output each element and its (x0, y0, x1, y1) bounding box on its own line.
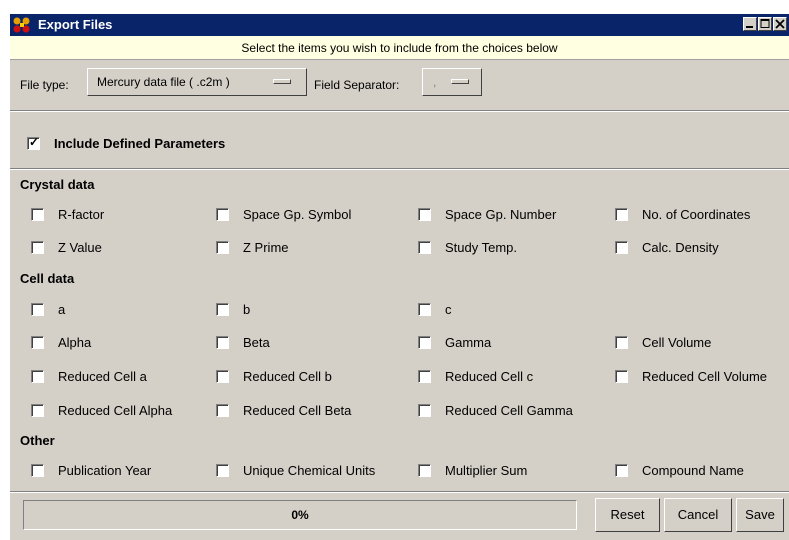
maximize-button[interactable] (758, 17, 772, 31)
checkbox-box[interactable] (418, 464, 431, 477)
progress-bar: 0% (23, 500, 577, 530)
minimize-button[interactable] (743, 17, 757, 31)
checkbox-box[interactable] (31, 404, 44, 417)
checkbox-label: Gamma (445, 335, 492, 350)
save-button[interactable]: Save (736, 498, 784, 532)
checkbox-box[interactable] (216, 370, 229, 383)
checkbox-label: a (58, 302, 66, 317)
checkbox-label: Reduced Cell a (58, 369, 147, 384)
section-crystal-data: Crystal data (20, 177, 95, 192)
checkbox-box[interactable] (615, 464, 628, 477)
checkbox-box[interactable] (216, 464, 229, 477)
file-type-dropdown[interactable]: Mercury data file ( .c2m ) (87, 68, 307, 96)
reset-button[interactable]: Reset (595, 498, 660, 532)
checkbox-label: No. of Coordinates (642, 207, 751, 222)
instructions-text: Select the items you wish to include fro… (10, 36, 789, 60)
close-icon (775, 19, 785, 29)
checkbox-label: Beta (243, 335, 270, 350)
app-icon (13, 17, 30, 33)
checkbox-box[interactable] (216, 303, 229, 316)
checkbox-box[interactable] (31, 241, 44, 254)
checkbox-box[interactable] (418, 336, 431, 349)
checkbox-box[interactable] (216, 336, 229, 349)
include-defined-label: Include Defined Parameters (54, 136, 226, 151)
checkbox-box[interactable] (615, 241, 628, 254)
divider (10, 168, 789, 170)
checkbox-box[interactable] (31, 370, 44, 383)
minimize-icon (746, 26, 753, 28)
checkbox-box[interactable] (418, 370, 431, 383)
checkbox-label: Calc. Density (642, 240, 719, 255)
checkbox-label: Reduced Cell Beta (243, 403, 352, 418)
checkbox-box[interactable] (31, 303, 44, 316)
divider (10, 491, 789, 493)
checkbox-box[interactable]: ✓ (27, 135, 40, 150)
checkbox-label: Study Temp. (445, 240, 518, 255)
window-title: Export Files (38, 17, 113, 32)
field-separator-value: , (433, 75, 437, 89)
checkbox-box[interactable] (418, 303, 431, 316)
file-type-label: File type: (20, 78, 69, 92)
checkbox-label: Cell Volume (642, 335, 712, 350)
checkbox-box[interactable] (31, 464, 44, 477)
checkbox-label: Space Gp. Number (445, 207, 557, 222)
close-button[interactable] (773, 17, 787, 31)
checkbox-box[interactable] (615, 336, 628, 349)
field-separator-label: Field Separator: (314, 78, 400, 92)
checkbox-box[interactable] (418, 208, 431, 221)
checkbox-label: Reduced Cell b (243, 369, 332, 384)
checkbox-box[interactable] (31, 208, 44, 221)
checkbox-label: Reduced Cell c (445, 369, 534, 384)
progress-text: 0% (291, 508, 309, 522)
maximize-icon (760, 19, 770, 28)
checkbox-label: Z Value (58, 240, 102, 255)
checkbox-box[interactable] (216, 404, 229, 417)
checkbox-label: Unique Chemical Units (243, 463, 376, 478)
checkbox-label: Compound Name (642, 463, 744, 478)
checkbox-label: Alpha (58, 335, 92, 350)
checkbox-label: c (445, 302, 452, 317)
checkbox-box[interactable] (31, 336, 44, 349)
dropdown-handle-icon (273, 79, 291, 84)
checkbox-label: Publication Year (58, 463, 152, 478)
checkbox-box[interactable] (216, 241, 229, 254)
checkmark-icon: ✓ (29, 135, 40, 149)
title-bar[interactable]: Export Files (10, 14, 789, 36)
checkbox-label: Multiplier Sum (445, 463, 528, 478)
checkbox-box[interactable] (418, 404, 431, 417)
checkbox-label: b (243, 302, 251, 317)
file-type-value: Mercury data file ( .c2m ) (97, 75, 230, 89)
checkbox-label: Reduced Cell Alpha (58, 403, 173, 418)
section-cell-data: Cell data (20, 271, 75, 286)
checkbox-box[interactable] (418, 241, 431, 254)
checkbox-box[interactable] (615, 208, 628, 221)
checkbox-label: Z Prime (243, 240, 289, 255)
checkbox-box[interactable] (216, 208, 229, 221)
checkbox-label: Reduced Cell Volume (642, 369, 768, 384)
checkbox-label: Reduced Cell Gamma (445, 403, 573, 418)
checkbox-label: R-factor (58, 207, 105, 222)
toolbar: File type: Mercury data file ( .c2m ) Fi… (10, 61, 789, 111)
dropdown-handle-icon (451, 79, 469, 84)
checkbox-label: Space Gp. Symbol (243, 207, 352, 222)
checkbox-box[interactable] (615, 370, 628, 383)
cancel-button[interactable]: Cancel (664, 498, 732, 532)
field-separator-dropdown[interactable]: , (422, 68, 482, 96)
section-other: Other (20, 433, 55, 448)
divider (10, 110, 789, 112)
export-files-window: Export Files Select the items you wish t… (10, 14, 789, 540)
